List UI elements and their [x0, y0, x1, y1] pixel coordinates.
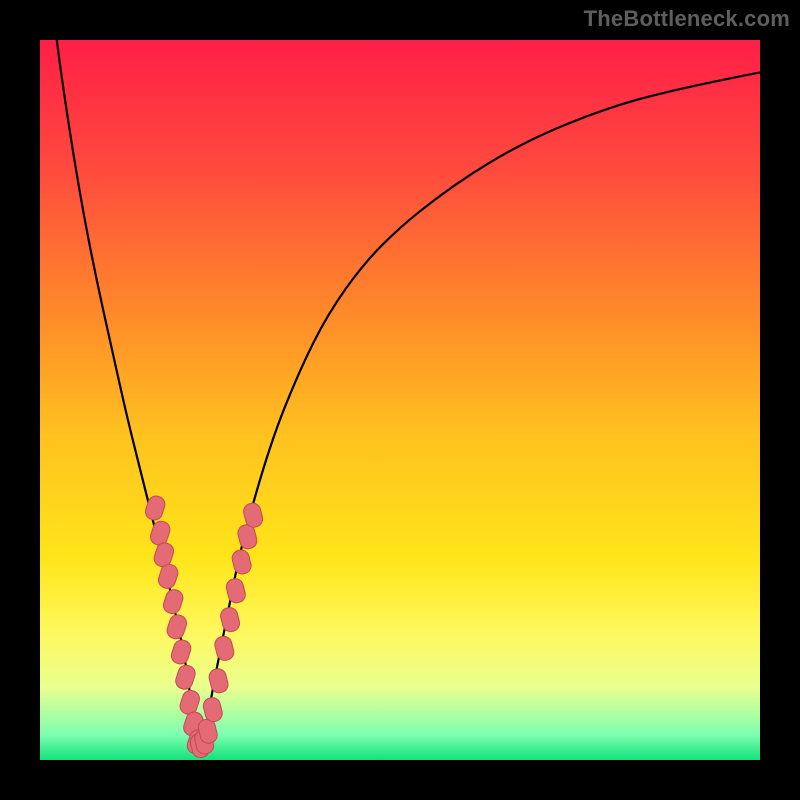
plot-background-gradient — [40, 40, 760, 760]
bottleneck-chart — [0, 0, 800, 800]
chart-stage: TheBottleneck.com — [0, 0, 800, 800]
watermark-text: TheBottleneck.com — [584, 6, 790, 32]
